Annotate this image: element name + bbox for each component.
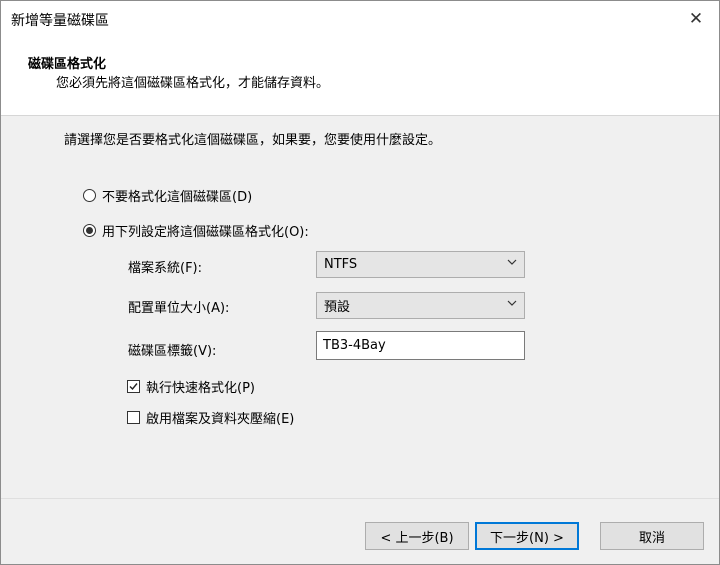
volume-label-label: 磁碟區標籤(V): <box>128 344 217 359</box>
chevron-down-icon <box>507 300 517 306</box>
quick-format-checkbox[interactable]: 執行快速格式化(P) <box>127 377 255 396</box>
window-title: 新增等量磁碟區 <box>11 13 109 29</box>
compression-checkbox[interactable]: 啟用檔案及資料夾壓縮(E) <box>127 408 294 427</box>
radio-no-format-label: 不要格式化這個磁碟區(D) <box>102 190 253 205</box>
wizard-content: 請選擇您是否要格式化這個磁碟區，如果要，您要使用什麼設定。 不要格式化這個磁碟區… <box>1 116 719 498</box>
cancel-button[interactable]: 取消 <box>600 522 704 550</box>
compression-label: 啟用檔案及資料夾壓縮(E) <box>146 412 295 427</box>
radio-format[interactable]: 用下列設定將這個磁碟區格式化(O): <box>83 221 309 240</box>
checkmark-icon <box>129 383 138 391</box>
allocation-unit-value: 預設 <box>324 300 351 315</box>
quick-format-label: 執行快速格式化(P) <box>146 381 255 396</box>
file-system-label: 檔案系統(F): <box>128 261 203 276</box>
title-bar: 新增等量磁碟區 ✕ <box>1 1 719 39</box>
radio-format-indicator[interactable] <box>83 224 96 237</box>
radio-no-format[interactable]: 不要格式化這個磁碟區(D) <box>83 186 252 205</box>
new-striped-volume-dialog: 新增等量磁碟區 ✕ 磁碟區格式化 您必須先將這個磁碟區格式化，才能儲存資料。 請… <box>0 0 720 565</box>
next-button[interactable]: 下一步(N) > <box>475 522 579 550</box>
button-bar: < 上一步(B) 下一步(N) > 取消 <box>1 498 719 565</box>
allocation-unit-select[interactable]: 預設 <box>316 292 525 319</box>
compression-check-box[interactable] <box>127 411 140 424</box>
format-prompt: 請選擇您是否要格式化這個磁碟區，如果要，您要使用什麼設定。 <box>64 133 442 148</box>
wizard-header: 磁碟區格式化 您必須先將這個磁碟區格式化，才能儲存資料。 <box>1 39 719 116</box>
quick-format-check-box[interactable] <box>127 380 140 393</box>
chevron-down-icon <box>507 259 517 265</box>
page-title: 磁碟區格式化 <box>28 57 107 72</box>
file-system-select[interactable]: NTFS <box>316 251 525 278</box>
close-button[interactable]: ✕ <box>673 1 719 37</box>
allocation-unit-label: 配置單位大小(A): <box>128 301 230 316</box>
page-subtitle: 您必須先將這個磁碟區格式化，才能儲存資料。 <box>56 76 330 91</box>
volume-label-input[interactable]: TB3-4Bay <box>316 331 525 360</box>
volume-label-value: TB3-4Bay <box>323 338 386 353</box>
close-icon: ✕ <box>688 9 704 29</box>
radio-no-format-indicator[interactable] <box>83 189 96 202</box>
file-system-value: NTFS <box>324 257 358 272</box>
radio-format-label: 用下列設定將這個磁碟區格式化(O): <box>102 225 309 240</box>
back-button[interactable]: < 上一步(B) <box>365 522 469 550</box>
